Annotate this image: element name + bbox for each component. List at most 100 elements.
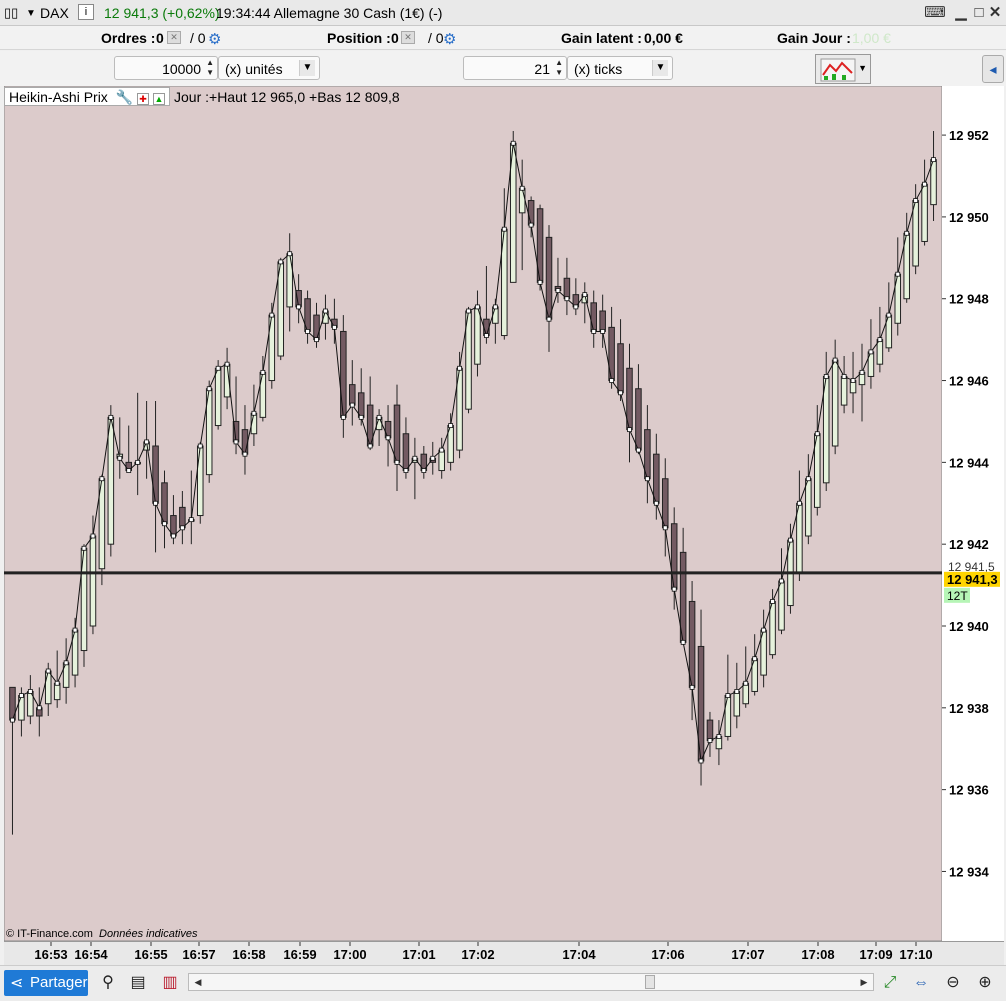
time-axis-label: 17:02 xyxy=(461,947,494,962)
indicator-icon[interactable]: ▥ xyxy=(158,972,182,994)
tick-badge-label: 12T xyxy=(947,589,968,603)
time-axis-label: 17:04 xyxy=(562,947,596,962)
quantity-stepper[interactable]: 10000 ▲ ▼ xyxy=(114,56,218,80)
close-marker xyxy=(403,468,409,473)
scroll-thumb[interactable] xyxy=(645,975,655,989)
auto-scale-icon[interactable]: ⤢ xyxy=(878,972,902,994)
close-marker xyxy=(385,435,391,441)
price-chart[interactable]: 12 952 12 950 12 948 12 946 12 944 12 942 12 9… xyxy=(4,86,1004,941)
close-marker xyxy=(72,627,78,633)
close-marker xyxy=(135,459,141,465)
chart-canvas[interactable]: 12 952 12 950 12 948 12 946 12 944 12 942 12 9… xyxy=(4,86,1004,941)
scroll-right-icon[interactable]: ▶ xyxy=(857,975,871,989)
close-marker xyxy=(376,414,382,420)
close-marker xyxy=(528,222,534,228)
indicator-name[interactable]: Heikin-Ashi Prix xyxy=(9,89,108,105)
zoom-fit-icon[interactable]: ⇔ xyxy=(909,972,933,994)
candle-body xyxy=(107,416,115,545)
close-marker xyxy=(287,251,293,257)
share-button[interactable]: ⋖ Partager xyxy=(4,970,88,996)
zoom-in-icon[interactable]: ⊕ xyxy=(973,972,997,994)
close-marker xyxy=(841,374,847,379)
chevron-down-icon[interactable]: ▼ xyxy=(858,63,867,73)
keyboard-icon[interactable]: ⌨ xyxy=(924,4,946,22)
time-axis-label: 17:01 xyxy=(402,947,435,962)
day-range-info: Jour :+Haut 12 965,0 +Bas 12 809,8 xyxy=(174,89,400,105)
close-marker xyxy=(814,431,820,437)
close-marker xyxy=(475,304,480,310)
gear-icon[interactable]: ⚙ xyxy=(208,30,221,48)
candle-body xyxy=(492,306,499,324)
price-axis-label: 12 940 xyxy=(949,619,989,634)
close-marker xyxy=(331,324,337,330)
time-axis-label: 17:06 xyxy=(651,947,684,962)
list-icon[interactable]: ▤ xyxy=(126,972,150,994)
close-marker xyxy=(716,734,722,739)
horizontal-scrollbar[interactable]: ◀ ▶ xyxy=(188,973,874,991)
trading-tools-button[interactable]: ▼ xyxy=(815,54,871,84)
chart-tools-icon xyxy=(820,58,856,82)
close-marker xyxy=(421,468,427,473)
share-icon: ⋖ xyxy=(10,975,24,992)
orders-value: 0 xyxy=(156,30,164,46)
candle-body xyxy=(590,302,597,332)
candle-body xyxy=(152,445,159,504)
disclaimer-text: Données indicatives xyxy=(99,928,198,940)
remove-indicator-icon[interactable]: ✚ xyxy=(137,93,150,105)
scroll-left-icon[interactable]: ◀ xyxy=(191,975,205,989)
candle-body xyxy=(196,445,204,517)
ticks-unit-select[interactable]: (x) ticks ▼ xyxy=(567,56,673,80)
title-bar: ▯▯ ▼ DAX i 12 941,3 (+0,62%) 19:34:44 Al… xyxy=(0,0,1006,26)
close-marker xyxy=(153,500,158,506)
data-source-footer: © IT-Finance.com Données indicatives xyxy=(6,928,197,940)
close-marker xyxy=(680,639,686,645)
close-marker xyxy=(242,451,248,457)
time-axis-label: 16:54 xyxy=(74,947,108,962)
draw-tools-icon[interactable]: ⚲ xyxy=(96,972,120,994)
ticks-value[interactable]: 21 xyxy=(534,61,550,77)
indicator-tag[interactable]: Heikin-Ashi Prix 🔧 ✚ ▲ xyxy=(4,87,170,106)
bottom-toolbar: ⋖ Partager ⚲ ▤ ▥ ◀ ▶ ⤢ ⇔ ⊖ ⊕ xyxy=(0,965,1006,1001)
chevron-down-icon[interactable]: ▼ xyxy=(652,60,668,76)
side-panel-toggle-icon[interactable]: ◂ xyxy=(982,55,1004,83)
close-icon[interactable]: ✕ xyxy=(986,4,1004,22)
window-icon: ▯▯ xyxy=(4,5,19,20)
time-axis: 16:53 16:54 16:55 16:57 16:58 16:59 17:00 17:01… xyxy=(4,941,1004,965)
close-marker xyxy=(752,656,758,662)
chevron-down-icon[interactable]: ▼ xyxy=(26,8,36,19)
price-axis-label: 12 942 xyxy=(949,537,989,552)
cancel-orders-icon[interactable]: ✕ xyxy=(167,31,181,44)
ticks-stepper[interactable]: 21 ▲ ▼ xyxy=(463,56,567,80)
close-marker xyxy=(796,500,802,506)
close-marker xyxy=(215,365,221,371)
close-marker xyxy=(609,378,615,383)
time-axis-label: 16:58 xyxy=(232,947,265,962)
gear-icon[interactable]: ⚙ xyxy=(443,30,456,48)
candle-body xyxy=(402,433,410,472)
close-marker xyxy=(725,693,731,698)
chevron-down-icon[interactable]: ▼ xyxy=(299,60,315,76)
close-marker xyxy=(484,333,489,338)
candle-body xyxy=(778,580,785,631)
gain-latent-value: 0,00 € xyxy=(644,30,683,46)
stepper-arrows-icon[interactable]: ▲ ▼ xyxy=(206,58,214,78)
quantity-unit-select[interactable]: (x) unités ▼ xyxy=(218,56,320,80)
close-marker xyxy=(779,578,784,584)
close-marker xyxy=(162,521,167,527)
gain-jour-label: Gain Jour : xyxy=(777,30,851,46)
zoom-out-icon[interactable]: ⊖ xyxy=(941,972,965,994)
info-icon[interactable]: i xyxy=(78,4,94,20)
close-position-icon[interactable]: ✕ xyxy=(401,31,415,44)
close-marker xyxy=(904,230,910,236)
quantity-value[interactable]: 10000 xyxy=(162,61,201,77)
stepper-arrows-icon[interactable]: ▲ ▼ xyxy=(555,58,563,78)
candle-body xyxy=(840,375,848,406)
wrench-icon[interactable]: 🔧 xyxy=(116,89,133,105)
close-marker xyxy=(394,459,400,465)
minimize-icon[interactable]: ▁ xyxy=(952,4,970,22)
close-marker xyxy=(734,689,740,694)
close-marker xyxy=(358,414,364,420)
symbol-label[interactable]: DAX xyxy=(40,5,69,21)
move-up-icon[interactable]: ▲ xyxy=(152,93,165,105)
close-marker xyxy=(859,369,865,375)
